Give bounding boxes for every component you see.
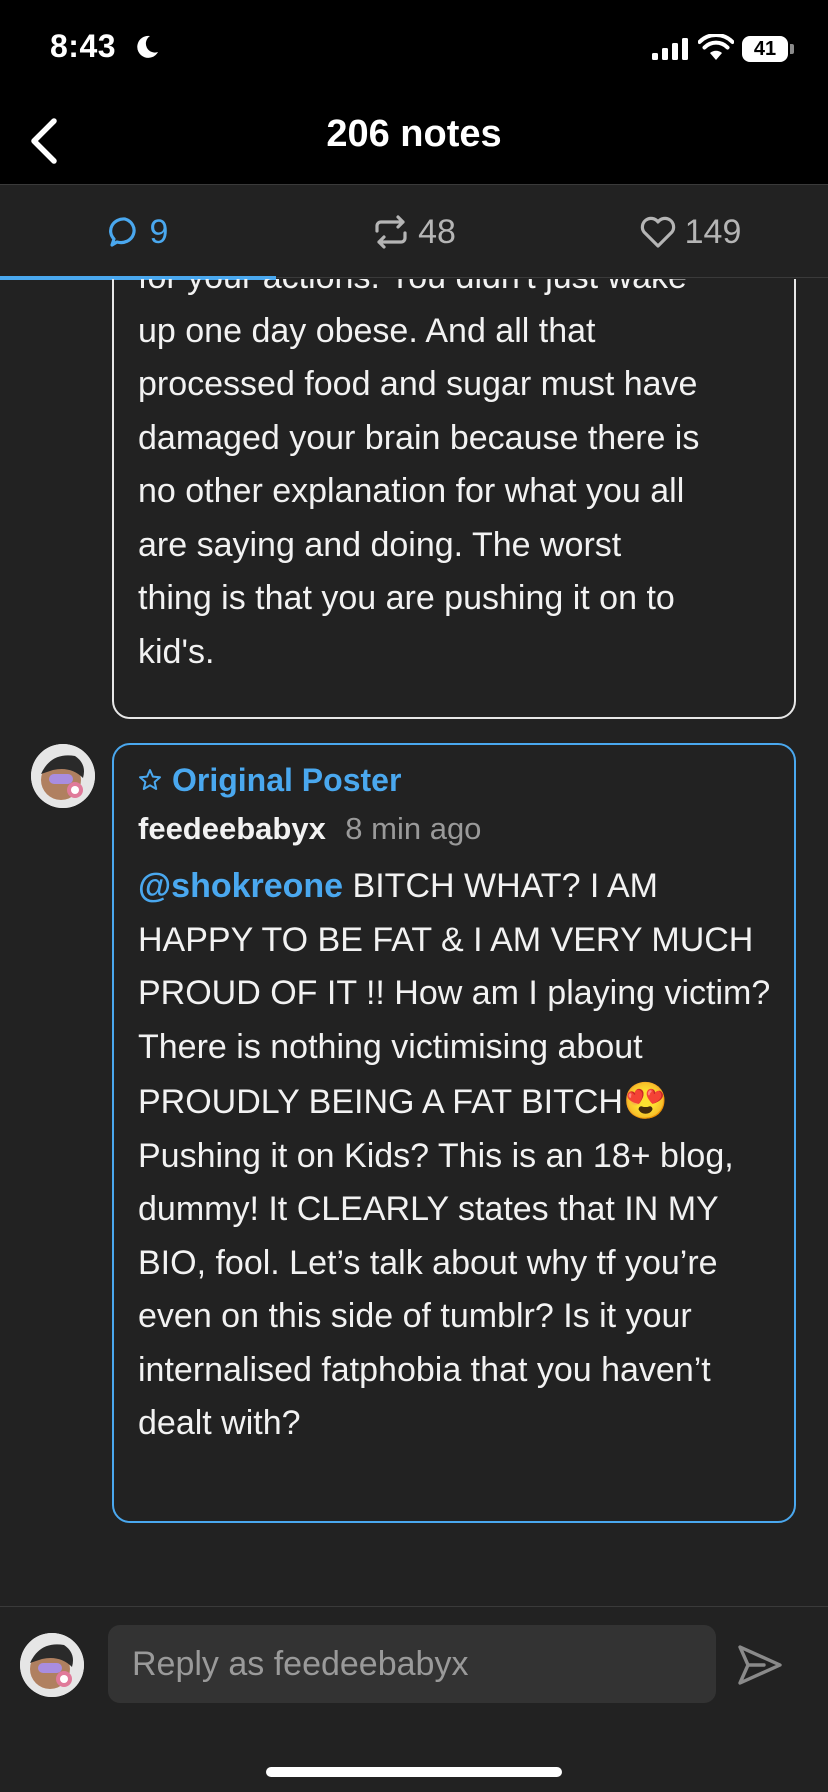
comment-icon [108, 217, 136, 247]
heart-eyes-emoji: 😍 [622, 1080, 668, 1121]
nav-header: 206 notes [0, 95, 828, 185]
author-name[interactable]: feedeebabyx [138, 811, 326, 846]
timestamp: 8 min ago [345, 811, 482, 846]
wifi-icon [698, 34, 734, 60]
original-poster-label: Original Poster [172, 762, 402, 798]
reply-line: damaged your brain because there is [138, 418, 700, 457]
reblog-icon [375, 215, 407, 249]
star-icon [139, 769, 161, 790]
moon-icon [137, 35, 158, 58]
reply-text-part: Pushing it on Kids? This is an 18+ blog,… [138, 1136, 734, 1443]
mention-link[interactable]: @shokreone [138, 867, 343, 905]
avatar [20, 1633, 84, 1697]
avatar[interactable] [31, 744, 95, 808]
tab-replies-count: 9 [149, 212, 169, 251]
page-title: 206 notes [326, 113, 502, 155]
battery-indicator: 41 [742, 36, 788, 62]
heart-icon [640, 216, 675, 248]
author-line: feedeebabyx 8 min ago [138, 803, 772, 854]
signal-icon [652, 38, 688, 60]
notes-tabs: 9 48 149 [0, 186, 828, 280]
avatar-image [31, 744, 95, 808]
reply-bar [0, 1606, 828, 1792]
reply-line: no other explanation for what you all [138, 472, 685, 510]
reply-input[interactable] [108, 1625, 716, 1703]
reply-line: kid's. [138, 632, 215, 671]
op-reply-bubble: Original Poster feedeebabyx 8 min ago @s… [112, 743, 796, 1523]
status-time: 8:43 [50, 28, 117, 64]
tab-reblogs[interactable]: 48 [276, 186, 552, 278]
home-indicator [266, 1767, 562, 1777]
original-poster-badge: Original Poster [138, 755, 772, 805]
status-bar: 8:43 41 [0, 0, 828, 95]
avatar-image [20, 1633, 84, 1697]
reply-line: up one day obese. And all that [138, 311, 596, 350]
reply-line: processed food and sugar must have [138, 365, 698, 403]
tab-replies[interactable]: 9 [0, 186, 276, 280]
reply-line: for your actions. You didn't just wake [138, 279, 772, 305]
reply-line: thing is that you are pushing it on to [138, 579, 675, 617]
replies-list[interactable]: for your actions. You didn't just wake u… [0, 279, 828, 1605]
reply-text: @shokreone BITCH WHAT? I AM HAPPY TO BE … [138, 860, 772, 1451]
reply-line: are saying and doing. The worst [138, 525, 622, 564]
tab-reblogs-count: 48 [418, 212, 456, 251]
tab-likes-count: 149 [684, 212, 742, 251]
reply-bubble: for your actions. You didn't just wake u… [112, 279, 796, 719]
send-icon[interactable] [736, 1641, 784, 1689]
tab-likes[interactable]: 149 [552, 186, 828, 278]
reply-text-part: BITCH WHAT? I AM HAPPY TO BE FAT & I AM … [138, 867, 771, 1121]
battery-tip [790, 44, 794, 54]
